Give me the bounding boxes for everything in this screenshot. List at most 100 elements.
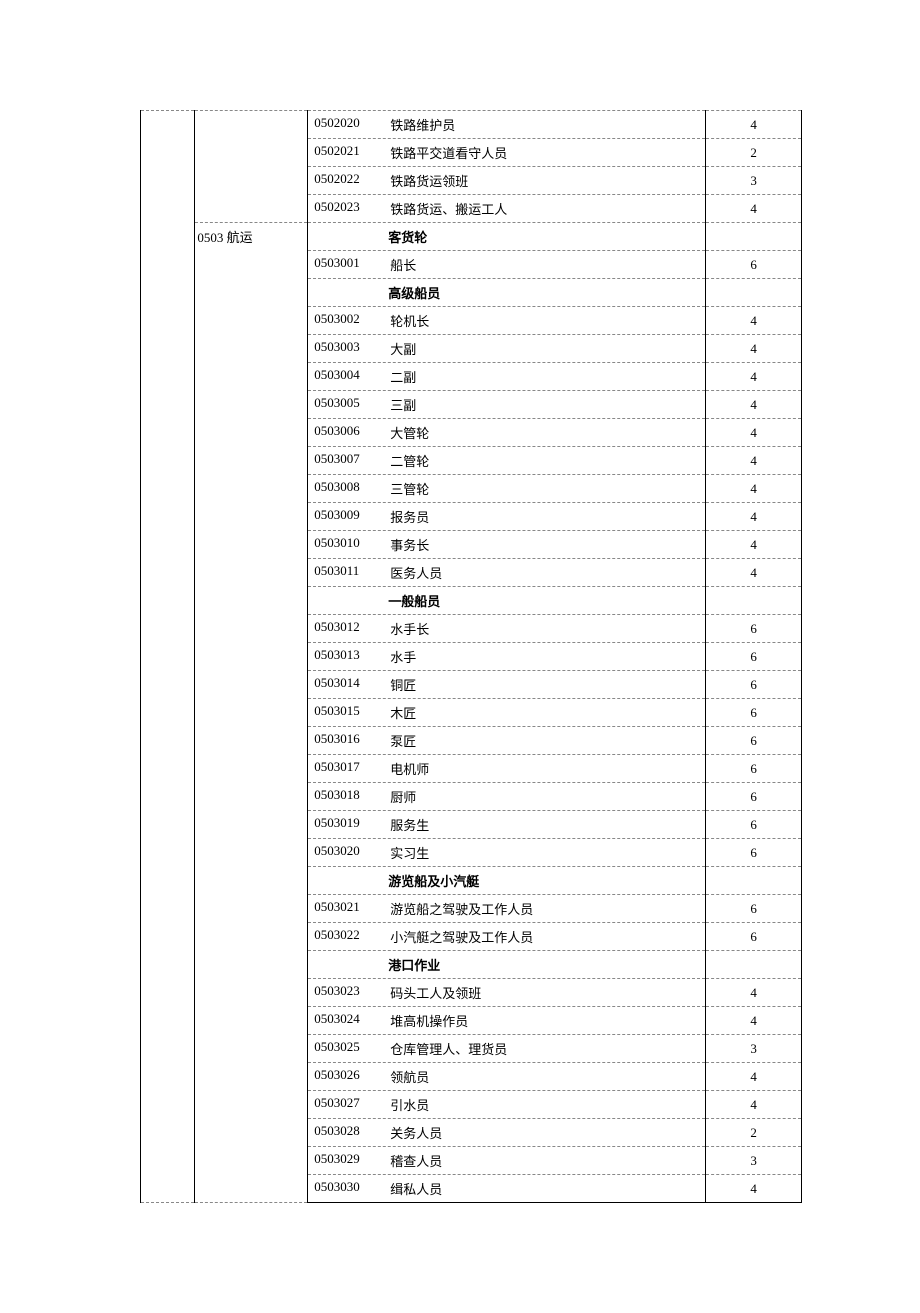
value-cell: 6 bbox=[706, 727, 802, 755]
value-cell: 6 bbox=[706, 923, 802, 951]
value-cell: 4 bbox=[706, 111, 802, 139]
occupation-desc: 厨师 bbox=[384, 787, 701, 806]
section-header: 港口作业 bbox=[308, 951, 706, 979]
occupation-code: 0503014 bbox=[312, 675, 384, 694]
occupation-desc: 堆高机操作员 bbox=[384, 1011, 701, 1030]
occupation-code: 0503015 bbox=[312, 703, 384, 722]
occupation-cell: 0503018厨师 bbox=[308, 783, 706, 811]
occupation-code: 0503021 bbox=[312, 899, 384, 918]
occupation-desc: 铁路维护员 bbox=[384, 115, 701, 134]
occupation-code: 0502022 bbox=[312, 171, 384, 190]
occupation-code: 0503013 bbox=[312, 647, 384, 666]
occupation-code: 0503009 bbox=[312, 507, 384, 526]
value-cell: 4 bbox=[706, 1091, 802, 1119]
value-cell: 4 bbox=[706, 1063, 802, 1091]
occupation-desc: 轮机长 bbox=[384, 311, 701, 330]
occupation-desc: 报务员 bbox=[384, 507, 701, 526]
value-cell: 4 bbox=[706, 503, 802, 531]
occupation-code: 0502023 bbox=[312, 199, 384, 218]
occupation-desc: 引水员 bbox=[384, 1095, 701, 1114]
occupation-code: 0503028 bbox=[312, 1123, 384, 1142]
occupation-desc: 关务人员 bbox=[384, 1123, 701, 1142]
occupation-desc: 泵匠 bbox=[384, 731, 701, 750]
occupation-cell: 0503006大管轮 bbox=[308, 419, 706, 447]
occupation-cell: 0503004二副 bbox=[308, 363, 706, 391]
occupation-desc: 领航员 bbox=[384, 1067, 701, 1086]
value-cell: 4 bbox=[706, 531, 802, 559]
section-header-label: 高级船员 bbox=[312, 283, 701, 302]
value-cell bbox=[706, 279, 802, 307]
occupation-cell: 0502020铁路维护员 bbox=[308, 111, 706, 139]
occupation-desc: 铁路平交道看守人员 bbox=[384, 143, 701, 162]
occupation-cell: 0503023码头工人及领班 bbox=[308, 979, 706, 1007]
occupation-desc: 铁路货运、搬运工人 bbox=[384, 199, 701, 218]
occupation-code: 0503022 bbox=[312, 927, 384, 946]
occupation-cell: 0503001船长 bbox=[308, 251, 706, 279]
section-header: 一般船员 bbox=[308, 587, 706, 615]
occupation-code: 0503030 bbox=[312, 1179, 384, 1198]
occupation-cell: 0503008三管轮 bbox=[308, 475, 706, 503]
occupation-desc: 船长 bbox=[384, 255, 701, 274]
occupation-cell: 0503026领航员 bbox=[308, 1063, 706, 1091]
section-header: 高级船员 bbox=[308, 279, 706, 307]
occupation-code: 0503019 bbox=[312, 815, 384, 834]
occupation-code: 0503020 bbox=[312, 843, 384, 862]
occupation-cell: 0503012水手长 bbox=[308, 615, 706, 643]
occupation-cell: 0503027引水员 bbox=[308, 1091, 706, 1119]
occupation-code: 0503025 bbox=[312, 1039, 384, 1058]
section-header-label: 游览船及小汽艇 bbox=[312, 871, 701, 890]
occupation-cell: 0503030缉私人员 bbox=[308, 1175, 706, 1203]
occupation-cell: 0503005三副 bbox=[308, 391, 706, 419]
occupation-desc: 稽查人员 bbox=[384, 1151, 701, 1170]
table-row: 0503 航运客货轮 bbox=[141, 223, 802, 251]
value-cell: 6 bbox=[706, 839, 802, 867]
occupation-code: 0503024 bbox=[312, 1011, 384, 1030]
section-header-label: 一般船员 bbox=[312, 591, 701, 610]
occupation-desc: 水手长 bbox=[384, 619, 701, 638]
occupation-cell: 0503022小汽艇之驾驶及工作人员 bbox=[308, 923, 706, 951]
occupation-desc: 小汽艇之驾驶及工作人员 bbox=[384, 927, 701, 946]
section-header: 游览船及小汽艇 bbox=[308, 867, 706, 895]
occupation-code: 0503018 bbox=[312, 787, 384, 806]
occupation-cell: 0503002轮机长 bbox=[308, 307, 706, 335]
value-cell: 3 bbox=[706, 167, 802, 195]
occupation-code: 0503029 bbox=[312, 1151, 384, 1170]
occupation-cell: 0503017电机师 bbox=[308, 755, 706, 783]
occupation-desc: 服务生 bbox=[384, 815, 701, 834]
occupation-cell: 0503014铜匠 bbox=[308, 671, 706, 699]
occupation-cell: 0503019服务生 bbox=[308, 811, 706, 839]
occupation-cell: 0503015木匠 bbox=[308, 699, 706, 727]
occupation-cell: 0503007二管轮 bbox=[308, 447, 706, 475]
occupation-desc: 二管轮 bbox=[384, 451, 701, 470]
occupation-code: 0503005 bbox=[312, 395, 384, 414]
value-cell: 6 bbox=[706, 895, 802, 923]
occupation-code: 0503006 bbox=[312, 423, 384, 442]
occupation-cell: 0502021铁路平交道看守人员 bbox=[308, 139, 706, 167]
occupation-desc: 水手 bbox=[384, 647, 701, 666]
occupation-desc: 铜匠 bbox=[384, 675, 701, 694]
occupation-desc: 缉私人员 bbox=[384, 1179, 701, 1198]
occupation-code: 0503023 bbox=[312, 983, 384, 1002]
category-cell bbox=[195, 111, 308, 223]
occupation-cell: 0503020实习生 bbox=[308, 839, 706, 867]
occupation-cell: 0503025仓库管理人、理货员 bbox=[308, 1035, 706, 1063]
occupation-code: 0503026 bbox=[312, 1067, 384, 1086]
occupation-code: 0503003 bbox=[312, 339, 384, 358]
occupation-desc: 大副 bbox=[384, 339, 701, 358]
occupation-desc: 医务人员 bbox=[384, 563, 701, 582]
occupation-desc: 电机师 bbox=[384, 759, 701, 778]
occupation-cell: 0503028关务人员 bbox=[308, 1119, 706, 1147]
occupation-cell: 0503010事务长 bbox=[308, 531, 706, 559]
value-cell: 4 bbox=[706, 1007, 802, 1035]
value-cell: 6 bbox=[706, 615, 802, 643]
occupation-desc: 三管轮 bbox=[384, 479, 701, 498]
value-cell: 4 bbox=[706, 979, 802, 1007]
value-cell: 6 bbox=[706, 811, 802, 839]
occupation-cell: 0503013水手 bbox=[308, 643, 706, 671]
value-cell: 3 bbox=[706, 1035, 802, 1063]
occupation-cell: 0503009报务员 bbox=[308, 503, 706, 531]
occupation-code: 0503010 bbox=[312, 535, 384, 554]
value-cell: 6 bbox=[706, 699, 802, 727]
section-header-label: 港口作业 bbox=[312, 955, 701, 974]
occupation-desc: 游览船之驾驶及工作人员 bbox=[384, 899, 701, 918]
